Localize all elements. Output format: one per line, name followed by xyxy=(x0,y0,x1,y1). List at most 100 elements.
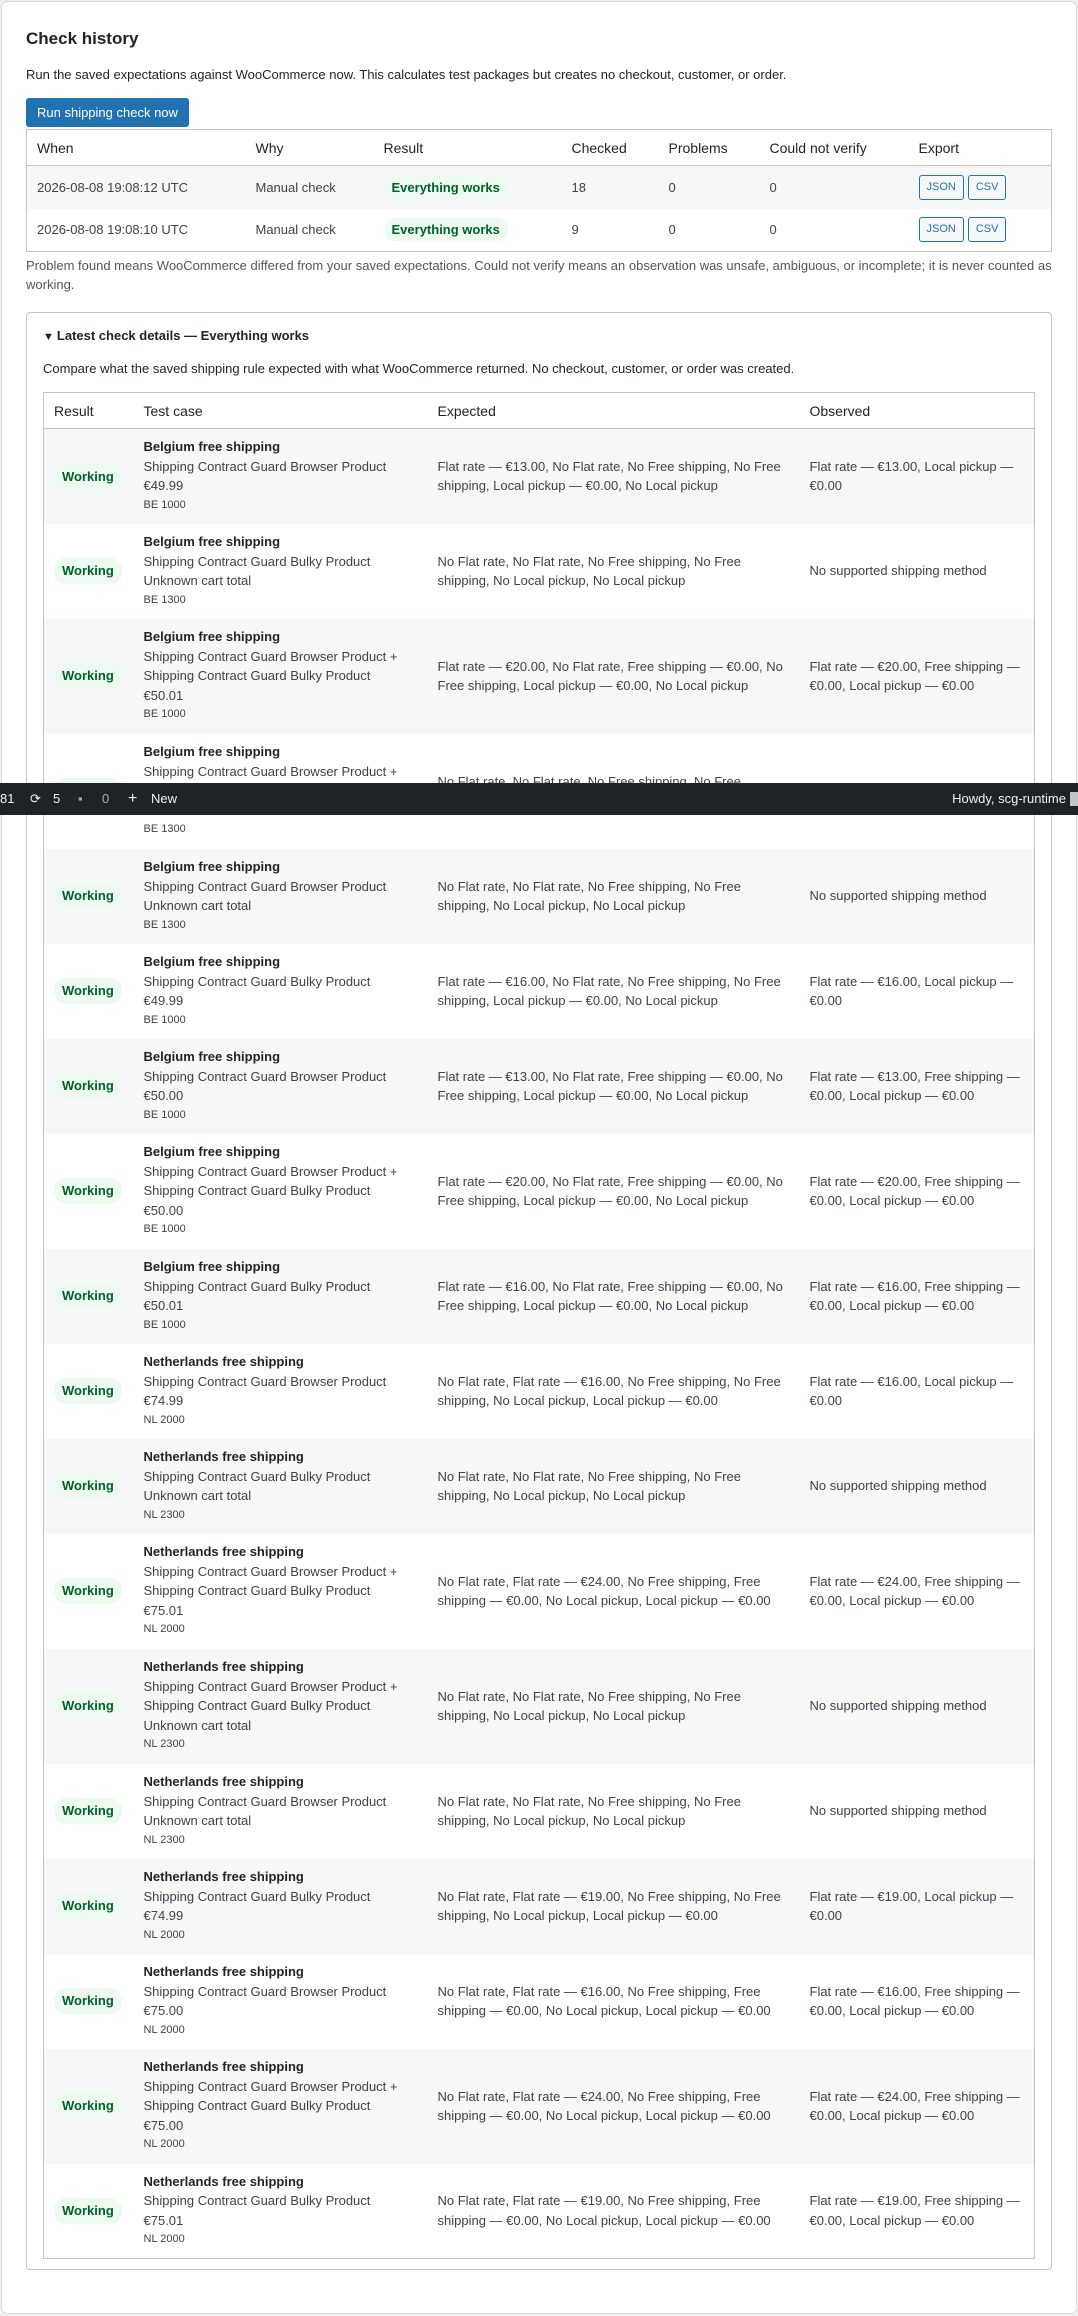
details-test-case-cell: Belgium free shipping Shipping Contract G… xyxy=(134,944,428,1039)
working-badge: Working xyxy=(54,1693,122,1719)
test-case-line: Shipping Contract Guard Browser Product xyxy=(143,1983,387,1999)
export-csv-button[interactable]: CSV xyxy=(967,217,1007,243)
test-case-line: Shipping Contract Guard Browser Product xyxy=(143,878,387,894)
details-row: Working Belgium free shipping Shipping Con… xyxy=(43,1248,1035,1344)
test-case-line: €50.01 xyxy=(143,1298,184,1313)
test-case-postcode: NL 2300 xyxy=(143,1738,185,1751)
test-case-title: Belgium free shipping xyxy=(143,534,281,549)
history-header-checked: Checked xyxy=(561,129,659,166)
history-export-cell: JSON CSV xyxy=(909,209,1052,252)
details-expected-cell: No Flat rate, Flat rate — €19.00, No Fre… xyxy=(437,2193,771,2228)
history-result-cell: Everything works xyxy=(373,165,562,209)
howdy-user-link[interactable]: Howdy, scg-runtime xyxy=(952,783,1066,815)
test-case-title: Belgium free shipping xyxy=(143,954,281,969)
working-badge: Working xyxy=(54,1578,122,1604)
history-problems: 0 xyxy=(668,222,676,238)
details-result-cell: Working xyxy=(43,1038,134,1134)
test-case-title: Belgium free shipping xyxy=(143,1049,281,1064)
details-test-case-cell: Netherlands free shipping Shipping Contra… xyxy=(133,1438,428,1534)
history-row: 2026-08-08 19:08:12 UTC Manual check Eve… xyxy=(26,165,1052,209)
details-result-cell: Working xyxy=(44,1534,134,1649)
test-case-title: Netherlands free shipping xyxy=(143,1964,304,1979)
test-case-line: €74.99 xyxy=(143,1908,184,1923)
details-header-test-case: Test case xyxy=(133,392,428,429)
details-result-cell: Working xyxy=(43,618,134,734)
working-badge: Working xyxy=(54,1178,122,1204)
new-content-link[interactable]: New xyxy=(151,783,177,815)
export-csv-button[interactable]: CSV xyxy=(967,174,1007,200)
history-when: 2026-08-08 19:08:12 UTC xyxy=(26,165,246,209)
test-case-postcode: BE 1000 xyxy=(143,498,186,511)
details-test-case-cell: Belgium free shipping Shipping Contract G… xyxy=(133,1248,428,1344)
details-row: Working Belgium free shipping Shipping Con… xyxy=(43,618,1035,734)
run-shipping-check-button[interactable]: Run shipping check now xyxy=(26,98,189,127)
history-checked: 18 xyxy=(561,165,659,209)
details-observed-cell: Flat rate — €16.00, Free shipping — €0.0… xyxy=(799,1248,1035,1344)
details-test-case-cell: Netherlands free shipping Shipping Contra… xyxy=(134,1344,428,1439)
test-case-postcode: BE 1000 xyxy=(143,1318,186,1331)
details-observed-cell: Flat rate — €16.00, Free shipping — €0.0… xyxy=(809,1983,1020,2019)
history-why: Manual check xyxy=(245,165,374,209)
test-case-line: Unknown cart total xyxy=(143,1717,252,1733)
test-case-postcode: NL 2000 xyxy=(143,1928,185,1941)
history-result-cell: Everything works xyxy=(374,209,562,252)
admin-bar-number[interactable]: 81 xyxy=(0,783,14,815)
test-case-line: Shipping Contract Guard Browser Product … xyxy=(143,648,398,664)
working-badge: Working xyxy=(54,1473,122,1499)
details-expected-cell: No Flat rate, No Flat rate, No Free ship… xyxy=(427,1438,800,1534)
test-case-line: Shipping Contract Guard Browser Product … xyxy=(143,763,398,779)
history-header-export: Export xyxy=(908,129,1052,166)
comments-count[interactable]: 0 xyxy=(102,783,109,815)
details-observed-cell: Flat rate — €16.00, Local pickup — €0.00 xyxy=(809,973,1014,1009)
test-case-line: €75.00 xyxy=(143,2117,184,2133)
export-json-button[interactable]: JSON xyxy=(918,174,964,200)
details-expected-cell: No Flat rate, No Flat rate, No Free ship… xyxy=(427,848,800,944)
test-case-title: Belgium free shipping xyxy=(143,744,281,760)
result-badge: Everything works xyxy=(383,175,508,199)
test-case-postcode: NL 2000 xyxy=(143,2138,185,2151)
test-case-line: Shipping Contract Guard Browser Product … xyxy=(143,1163,398,1179)
working-badge: Working xyxy=(54,883,122,909)
test-case-line: Unknown cart total xyxy=(143,573,252,588)
test-case-title: Netherlands free shipping xyxy=(143,2059,304,2075)
details-expected-cell: Flat rate — €20.00, No Flat rate, Free s… xyxy=(427,618,800,734)
details-result-cell: Working xyxy=(43,1648,134,1764)
details-expected-cell: No Flat rate, Flat rate — €24.00, No Fre… xyxy=(437,1573,771,1609)
details-observed-cell: No supported shipping method xyxy=(809,563,987,579)
test-case-postcode: NL 2000 xyxy=(143,1623,185,1636)
working-badge: Working xyxy=(54,1798,122,1824)
test-case-line: Shipping Contract Guard Bulky Product xyxy=(143,1888,371,1904)
details-summary-toggle[interactable]: ▼ Latest check details — Everything works xyxy=(43,327,1035,346)
test-case-line: Shipping Contract Guard Bulky Product xyxy=(143,1583,371,1599)
comments-icon[interactable]: ▪ xyxy=(78,783,83,815)
history-header-when: When xyxy=(26,129,246,166)
details-observed-cell: Flat rate — €13.00, Local pickup — €0.00 xyxy=(799,428,1035,524)
details-subtitle: Compare what the saved shipping rule exp… xyxy=(43,361,795,376)
details-observed-cell: Flat rate — €19.00, Local pickup — €0.00 xyxy=(799,1858,1035,1954)
details-result-cell: Working xyxy=(44,1134,134,1249)
test-case-line: Unknown cart total xyxy=(143,1813,252,1828)
details-test-case-cell: Netherlands free shipping Shipping Contra… xyxy=(133,2048,428,2164)
export-json-button[interactable]: JSON xyxy=(918,217,964,243)
details-result-cell: Working xyxy=(44,2164,134,2259)
updates-icon[interactable]: ⟳ xyxy=(30,783,41,815)
details-expected-cell: Flat rate — €16.00, No Flat rate, Free s… xyxy=(427,1248,800,1344)
details-observed-cell: No supported shipping method xyxy=(799,848,1035,944)
history-why: Manual check xyxy=(255,222,336,238)
test-case-postcode: BE 1000 xyxy=(143,1013,186,1026)
test-case-line: €49.99 xyxy=(143,993,184,1008)
test-case-line: €74.99 xyxy=(143,1393,184,1408)
avatar[interactable] xyxy=(1070,792,1078,806)
updates-count[interactable]: 5 xyxy=(53,783,60,815)
check-history-card: Check history Run the saved expectations… xyxy=(1,1,1077,2314)
details-observed-cell: No supported shipping method xyxy=(799,1648,1035,1764)
details-expected-cell: Flat rate — €16.00, No Flat rate, No Fre… xyxy=(437,973,781,1009)
details-row: Working Belgium free shipping Shipping Con… xyxy=(43,428,1035,524)
plus-icon[interactable]: + xyxy=(128,783,137,815)
test-case-line: Shipping Contract Guard Bulky Product xyxy=(143,2193,371,2209)
test-case-line: Shipping Contract Guard Browser Product xyxy=(143,1068,387,1084)
details-test-case-cell: Belgium free shipping Shipping Contract G… xyxy=(133,1038,428,1134)
test-case-postcode: BE 1000 xyxy=(143,1108,186,1121)
working-badge: Working xyxy=(54,1988,122,2014)
details-test-case-cell: Netherlands free shipping Shipping Contra… xyxy=(134,1954,428,2049)
